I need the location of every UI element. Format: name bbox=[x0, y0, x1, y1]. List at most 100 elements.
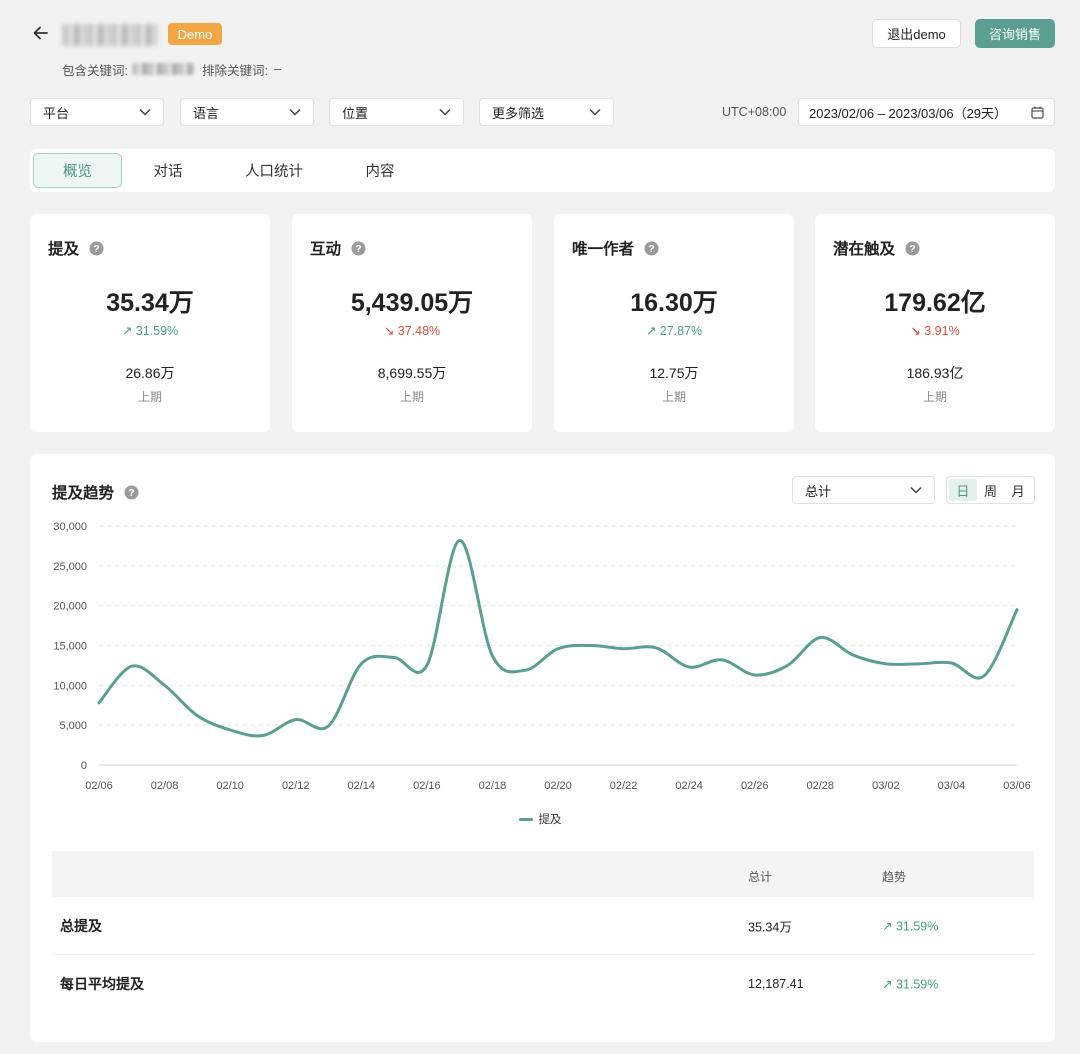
column-header-trend: 趋势 bbox=[882, 870, 907, 884]
x-tick-label: 03/06 bbox=[1003, 780, 1031, 792]
timezone-label: UTC+08:00 bbox=[722, 105, 787, 119]
trend-up-icon: ↗ bbox=[882, 977, 896, 992]
stat-card-potential-reach: 潜在触及 ? 179.62亿 ↘ 3.91% 186.93亿 上期 bbox=[815, 214, 1055, 432]
card-title: 互动 ? bbox=[310, 237, 366, 259]
exit-demo-button[interactable]: 退出demo bbox=[872, 19, 961, 48]
demo-badge: Demo bbox=[168, 23, 222, 45]
language-filter[interactable]: 语言 bbox=[180, 98, 314, 126]
tab-overview[interactable]: 概览 bbox=[33, 153, 122, 188]
platform-filter[interactable]: 平台 bbox=[30, 98, 164, 126]
card-change-value: 27.87% bbox=[659, 324, 703, 338]
exclude-keywords-value: – bbox=[273, 62, 281, 76]
trend-up-icon: ↗ bbox=[882, 919, 896, 933]
row-name: 总提及 bbox=[60, 917, 102, 934]
tab-conversation[interactable]: 对话 bbox=[125, 153, 211, 188]
x-tick-label: 02/20 bbox=[544, 780, 572, 792]
card-previous-label: 上期 bbox=[137, 390, 162, 404]
legend-swatch bbox=[518, 817, 533, 821]
row-total: 12,187.41 bbox=[748, 977, 804, 991]
card-previous-value: 186.93亿 bbox=[906, 365, 964, 381]
legend-label[interactable]: 提及 bbox=[539, 811, 562, 827]
row-trend-value: 31.59% bbox=[895, 919, 939, 933]
help-icon[interactable]: ? bbox=[905, 241, 920, 256]
y-tick-label: 25,000 bbox=[53, 561, 87, 573]
more-filters-label: 更多筛选 bbox=[492, 105, 545, 121]
keyword-summary: 包含关键词: 排除关键词: – bbox=[62, 61, 281, 78]
period-month[interactable]: 月 bbox=[1004, 479, 1032, 501]
include-keywords-redacted bbox=[131, 63, 194, 75]
x-tick-label: 02/16 bbox=[413, 780, 441, 792]
period-toggle: 日 周 月 bbox=[946, 476, 1035, 504]
period-day[interactable]: 日 bbox=[949, 479, 977, 501]
tab-demographics[interactable]: 人口统计 bbox=[226, 153, 322, 188]
svg-text:?: ? bbox=[93, 243, 99, 255]
card-title-text: 提及 bbox=[48, 241, 80, 258]
trend-up-icon: ↗ bbox=[121, 324, 136, 338]
location-filter-label: 位置 bbox=[342, 105, 369, 121]
x-tick-label: 02/12 bbox=[282, 780, 310, 792]
x-tick-label: 02/14 bbox=[348, 780, 376, 792]
chevron-down-icon bbox=[289, 108, 301, 116]
help-icon[interactable]: ? bbox=[89, 241, 104, 256]
card-change-value: 31.59% bbox=[135, 324, 179, 338]
card-previous-label: 上期 bbox=[399, 390, 424, 404]
summary-table: 总计 趋势 总提及 35.34万 ↗ 31.59% 每日平均提及 12,187.… bbox=[52, 851, 1034, 1013]
card-previous-value: 26.86万 bbox=[125, 365, 175, 381]
x-tick-label: 02/26 bbox=[741, 780, 769, 792]
period-week[interactable]: 周 bbox=[977, 479, 1005, 501]
chevron-down-icon bbox=[910, 486, 922, 494]
stat-card-engagement: 互动 ? 5,439.05万 ↘ 37.48% 8,699.55万 上期 bbox=[292, 214, 532, 432]
metric-select[interactable]: 总计 bbox=[792, 476, 935, 504]
y-tick-label: 0 bbox=[81, 760, 87, 772]
card-title-text: 潜在触及 bbox=[833, 241, 896, 258]
card-change: ↘ 3.91% bbox=[815, 323, 1055, 338]
trend-down-icon: ↘ bbox=[383, 324, 398, 338]
card-value: 16.30万 bbox=[630, 289, 718, 317]
x-tick-label: 02/08 bbox=[151, 780, 179, 792]
location-filter[interactable]: 位置 bbox=[329, 98, 464, 126]
trend-title: 提及趋势 ? bbox=[52, 481, 139, 503]
card-value: 5,439.05万 bbox=[350, 289, 474, 317]
help-icon[interactable]: ? bbox=[644, 241, 659, 256]
back-arrow-icon[interactable] bbox=[30, 22, 52, 44]
series-line bbox=[97, 538, 1019, 738]
stat-card-mentions: 提及 ? 35.34万 ↗ 31.59% 26.86万 上期 bbox=[30, 214, 270, 432]
contact-sales-button[interactable]: 咨询销售 bbox=[975, 19, 1055, 48]
card-previous-value: 12.75万 bbox=[649, 365, 699, 381]
svg-text:?: ? bbox=[648, 243, 654, 255]
y-tick-label: 10,000 bbox=[53, 680, 87, 692]
card-change: ↗ 27.87% bbox=[554, 323, 794, 338]
help-icon[interactable]: ? bbox=[351, 241, 366, 256]
x-tick-label: 02/18 bbox=[479, 780, 507, 792]
row-total: 35.34万 bbox=[748, 920, 792, 934]
card-title-text: 互动 bbox=[310, 241, 342, 258]
table-row: 每日平均提及 12,187.41 ↗ 31.59% bbox=[52, 955, 1034, 1013]
card-previous-label: 上期 bbox=[661, 390, 686, 404]
column-header-total: 总计 bbox=[748, 870, 773, 884]
y-tick-label: 20,000 bbox=[53, 601, 87, 613]
card-previous-value: 8,699.55万 bbox=[377, 365, 447, 381]
chevron-down-icon bbox=[589, 108, 601, 116]
date-range-picker[interactable]: 2023/02/06 – 2023/03/06（29天） bbox=[798, 98, 1055, 126]
svg-text:?: ? bbox=[355, 243, 361, 255]
card-value: 35.34万 bbox=[106, 289, 194, 317]
card-title: 唯一作者 ? bbox=[572, 237, 659, 259]
more-filters[interactable]: 更多筛选 bbox=[479, 98, 614, 126]
exclude-keywords-label: 排除关键词: bbox=[201, 63, 268, 78]
card-value: 179.62亿 bbox=[884, 289, 986, 317]
table-header: 总计 趋势 bbox=[52, 851, 1034, 897]
chart-legend: 提及 bbox=[0, 811, 1080, 827]
row-trend-value: 31.59% bbox=[895, 977, 939, 992]
y-tick-label: 5,000 bbox=[59, 720, 87, 732]
x-tick-label: 02/06 bbox=[85, 780, 113, 792]
card-title-text: 唯一作者 bbox=[572, 241, 635, 258]
help-icon[interactable]: ? bbox=[124, 485, 139, 500]
card-title: 提及 ? bbox=[48, 237, 104, 259]
y-tick-label: 15,000 bbox=[53, 641, 87, 653]
card-change: ↘ 37.48% bbox=[292, 323, 532, 338]
card-change-value: 37.48% bbox=[397, 324, 441, 338]
project-title-redacted bbox=[62, 24, 158, 46]
row-name: 每日平均提及 bbox=[60, 976, 144, 992]
stat-card-unique-authors: 唯一作者 ? 16.30万 ↗ 27.87% 12.75万 上期 bbox=[554, 214, 794, 432]
tab-content[interactable]: 内容 bbox=[340, 153, 420, 188]
